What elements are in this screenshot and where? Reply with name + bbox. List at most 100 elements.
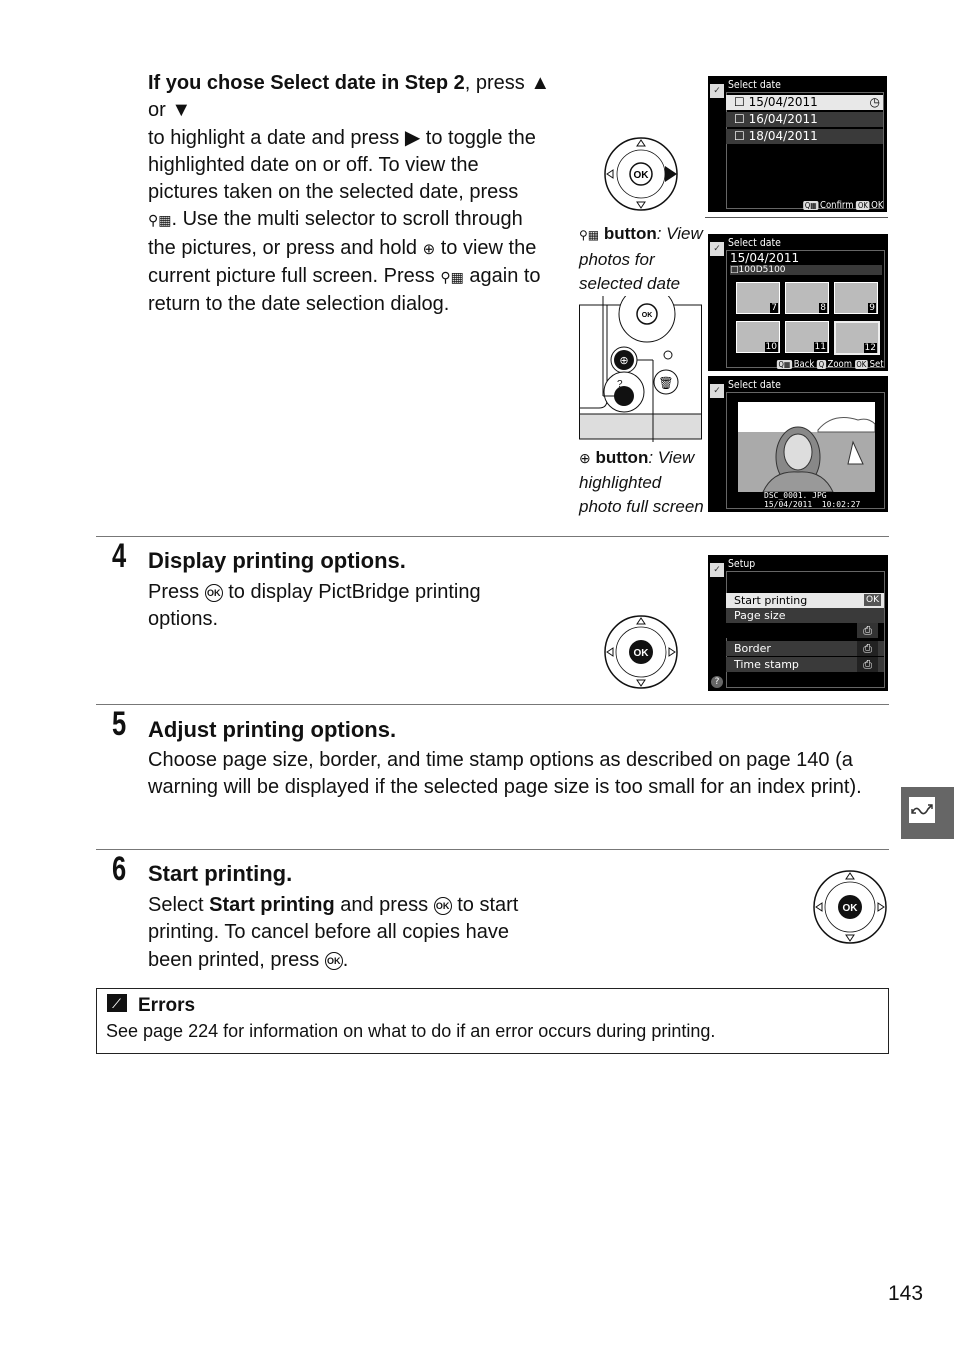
step-title: Adjust printing options.	[148, 717, 397, 742]
footer-label: OK	[870, 200, 883, 211]
connection-icon	[909, 797, 935, 823]
step-text-part: .	[342, 948, 349, 971]
menu-reference: Start printing	[209, 894, 335, 916]
footer-label: Set	[870, 359, 884, 370]
svg-text:?: ?	[617, 379, 623, 390]
menu-label: Page size	[734, 609, 786, 622]
screen-title: Select date	[728, 78, 781, 91]
step-text-part: and press	[334, 894, 434, 916]
date-label: 16/04/2011	[748, 112, 818, 126]
thumbnail[interactable]: 7	[736, 282, 780, 314]
footer-label: Back	[794, 359, 815, 370]
svg-text:🗑: 🗑	[658, 376, 673, 390]
screen-footer: Q▦ Back Q Zoom OK Set	[777, 359, 884, 370]
screen-footer: Q▦ Confirm OK OK	[802, 200, 883, 211]
thumb-number: 7	[770, 303, 778, 313]
page-number: 143	[888, 1282, 924, 1305]
ok-value: OK	[864, 594, 881, 606]
intro-line: the pictures, or press and hold	[148, 236, 423, 259]
step-number: 5	[112, 705, 127, 743]
playback-tab-icon: ✓	[710, 84, 724, 98]
menu-item-page-size[interactable]: Page size	[726, 608, 884, 623]
ok-button-icon: OK	[855, 201, 870, 210]
divider	[705, 217, 888, 218]
ok-button-icon: OK	[433, 897, 452, 915]
date-row[interactable]: ☐ 18/04/2011	[726, 129, 883, 144]
footer-label: Zoom	[827, 359, 853, 370]
step-text: Select Start printing and press OK to st…	[148, 892, 548, 974]
printer-setting-icon: ⎙	[857, 657, 878, 672]
clock-icon: ◷	[869, 95, 880, 109]
screen-title: Select date	[728, 236, 781, 249]
chapter-tab[interactable]	[901, 787, 954, 839]
menu-item-page-size-value: ⎙	[726, 623, 884, 638]
menu-label: Time stamp	[734, 658, 799, 671]
thumb-number: 8	[819, 303, 827, 313]
date-row[interactable]: ☐ 16/04/2011	[726, 112, 883, 127]
svg-text:⊕: ⊕	[619, 355, 628, 367]
menu-item-time-stamp[interactable]: Time stamp ⎙	[726, 657, 884, 672]
date-heading: 15/04/2011	[730, 251, 800, 265]
thumbnail[interactable]: 8	[785, 282, 829, 314]
note-text: See page 224 for information on what to …	[106, 1021, 716, 1041]
printer-setting-icon: ⎙	[857, 641, 878, 656]
thumbnail[interactable]: 9	[834, 282, 878, 314]
step-text: Press OK to display PictBridge printing …	[148, 579, 528, 634]
lcd-select-date-full: ✓ Select date DSC_0001. JPG 15/04/2011 1…	[708, 376, 888, 512]
ok-button-icon: OK	[855, 360, 869, 369]
callout-label: button	[603, 224, 657, 243]
step-number: 4	[112, 537, 127, 575]
intro-lead: If you chose Select date in Step 2	[148, 72, 465, 94]
folder-label: □100D5100	[730, 265, 882, 275]
ok-label: OK	[634, 170, 650, 181]
playback-tab-icon: ✓	[710, 384, 724, 398]
thumbnail-zoom-out-icon: ⚲▦	[440, 269, 464, 286]
intro-line: highlighted date on or off. To view the	[148, 153, 479, 176]
menu-item-start-printing[interactable]: Start printing OK	[726, 593, 884, 608]
callout-zoom-button: ⊕ button: View highlighted photo full sc…	[579, 446, 704, 520]
zoom-in-icon: ⊕	[422, 240, 436, 258]
lcd-select-date-thumbnails: ✓ Select date 15/04/2011 □100D5100 7 8 9…	[708, 234, 888, 371]
camera-buttons-illustration: OK ⊕ ? 🗑	[579, 296, 702, 442]
folder-name: 100D5100	[738, 265, 786, 275]
thumbnail-button-icon: Q▦	[777, 360, 793, 369]
thumbnail[interactable]: 11	[785, 321, 829, 353]
intro-line: return to the date selection dialog.	[148, 293, 450, 316]
step-title: Start printing.	[148, 861, 293, 886]
intro-line: . Use the multi selector to scroll throu…	[171, 208, 523, 231]
thumbnail-zoom-out-icon: ⚲▦	[579, 228, 600, 242]
intro-paragraph: If you chose Select date in Step 2, pres…	[148, 70, 568, 319]
step-title: Display printing options.	[148, 548, 406, 573]
section-divider	[96, 704, 889, 705]
note-box: ⁄ Errors See page 224 for information on…	[96, 988, 889, 1054]
intro-line: to highlight a date and press ▶ to toggl…	[148, 126, 536, 149]
thumb-number: 10	[764, 342, 778, 352]
callout-label: button	[595, 448, 649, 467]
menu-item-border[interactable]: Border ⎙	[726, 641, 884, 656]
ok-button-icon: OK	[324, 951, 343, 970]
playback-tab-icon: ✓	[710, 242, 724, 256]
zoom-button-icon: Q	[817, 360, 827, 369]
step-text-part: Select	[148, 894, 210, 916]
step-text-part: Press	[148, 581, 205, 603]
step-number: 6	[112, 850, 127, 888]
intro-line: current picture full screen. Press	[148, 265, 441, 288]
help-icon: ?	[711, 676, 723, 688]
section-divider	[96, 536, 889, 537]
footer-label: Confirm	[819, 200, 854, 211]
intro-line: to view the	[435, 236, 537, 259]
menu-label: Start printing	[734, 594, 808, 607]
svg-text:OK: OK	[642, 312, 653, 319]
date-label: 18/04/2011	[748, 129, 818, 143]
thumbnail-selected[interactable]: 12	[834, 321, 880, 355]
pencil-note-icon: ⁄	[107, 994, 127, 1012]
date-row[interactable]: ☐ 15/04/2011 ◷	[726, 95, 883, 110]
screen-title: Select date	[728, 378, 781, 391]
multi-selector-ok-icon: OK	[604, 615, 678, 689]
thumb-number: 12	[863, 343, 877, 353]
screen-title: Setup	[728, 557, 756, 570]
section-divider	[96, 849, 889, 850]
thumbnail-zoom-out-icon: ⚲▦	[148, 212, 172, 229]
thumbnail[interactable]: 10	[736, 321, 780, 353]
date-label: 15/04/2011	[748, 95, 818, 109]
